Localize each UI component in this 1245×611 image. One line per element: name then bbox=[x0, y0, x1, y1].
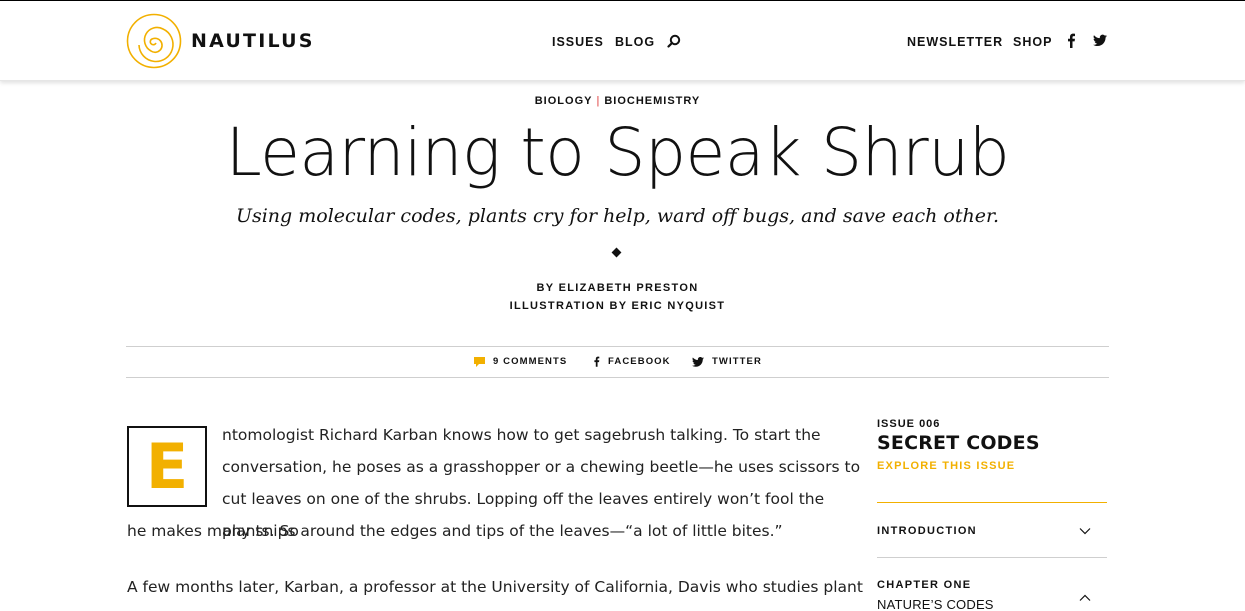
twitter-icon bbox=[692, 356, 704, 367]
sidebar-item-chapter-one[interactable]: CHAPTER ONE bbox=[877, 579, 971, 591]
sidebar-item-introduction[interactable]: INTRODUCTION bbox=[877, 525, 977, 537]
share-facebook-button[interactable]: FACEBOOK bbox=[593, 356, 671, 367]
illustrator-credit[interactable]: ILLUSTRATION BY ERIC NYQUIST bbox=[0, 297, 1235, 315]
body-paragraph-1-continued: he makes many snips around the edges and… bbox=[127, 522, 783, 540]
nav-issues[interactable]: ISSUES bbox=[552, 35, 604, 49]
chevron-down-icon[interactable] bbox=[1079, 527, 1091, 535]
sidebar-divider bbox=[877, 502, 1107, 503]
share-facebook-label: FACEBOOK bbox=[608, 356, 671, 367]
category-separator: | bbox=[596, 95, 601, 107]
article-subtitle: Using molecular codes, plants cry for he… bbox=[235, 205, 1000, 227]
body-paragraph-2: A few months later, Karban, a professor … bbox=[127, 578, 863, 596]
comments-count: 9 COMMENTS bbox=[493, 356, 568, 367]
share-twitter-button[interactable]: TWITTER bbox=[692, 356, 762, 367]
issue-label: ISSUE 006 bbox=[877, 418, 941, 430]
article-byline: BY ELIZABETH PRESTON ILLUSTRATION BY ERI… bbox=[0, 279, 1235, 315]
site-header: NAUTILUS ISSUES BLOG NEWSLETTER SHOP bbox=[0, 1, 1245, 81]
chapter-one-title[interactable]: NATURE’S CODES bbox=[877, 597, 994, 611]
nav-blog[interactable]: BLOG bbox=[615, 35, 655, 49]
comments-link[interactable]: 9 COMMENTS bbox=[474, 356, 567, 367]
facebook-icon[interactable] bbox=[1066, 33, 1076, 48]
sidebar-divider bbox=[877, 557, 1107, 558]
comment-icon bbox=[474, 356, 485, 367]
share-bar: 9 COMMENTS FACEBOOK TWITTER bbox=[126, 346, 1109, 378]
nautilus-spiral-icon[interactable] bbox=[126, 13, 182, 69]
chevron-up-icon[interactable] bbox=[1079, 594, 1091, 602]
nav-shop[interactable]: SHOP bbox=[1013, 35, 1052, 49]
brand-name[interactable]: NAUTILUS bbox=[191, 30, 315, 52]
search-icon[interactable] bbox=[667, 34, 681, 48]
facebook-icon bbox=[594, 356, 600, 367]
share-twitter-label: TWITTER bbox=[712, 356, 762, 367]
nav-newsletter[interactable]: NEWSLETTER bbox=[907, 35, 1003, 49]
dropcap-letter: E bbox=[145, 429, 189, 503]
twitter-icon[interactable] bbox=[1093, 34, 1107, 47]
article-categories: BIOLOGY | BIOCHEMISTRY bbox=[0, 95, 1235, 107]
author-credit[interactable]: BY ELIZABETH PRESTON bbox=[0, 279, 1235, 297]
explore-issue-link[interactable]: EXPLORE THIS ISSUE bbox=[877, 460, 1015, 472]
diamond-divider-icon bbox=[611, 247, 622, 258]
issue-title[interactable]: SECRET CODES bbox=[877, 432, 1040, 454]
category-biology[interactable]: BIOLOGY bbox=[535, 95, 593, 107]
article-title: Learning to Speak Shrub bbox=[225, 114, 1010, 191]
dropcap: E bbox=[127, 426, 207, 507]
category-biochemistry[interactable]: BIOCHEMISTRY bbox=[604, 95, 700, 107]
